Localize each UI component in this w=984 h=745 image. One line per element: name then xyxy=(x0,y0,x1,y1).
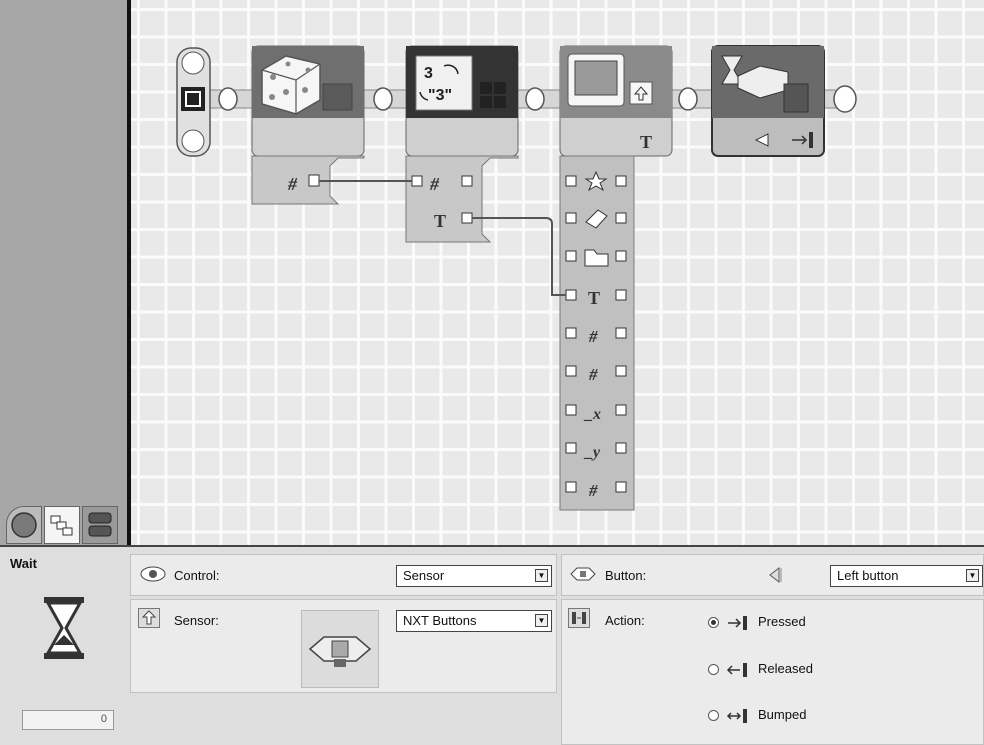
released-label: Released xyxy=(758,661,813,676)
palette-tabs xyxy=(6,506,126,544)
block-name: Wait xyxy=(10,556,37,571)
start-icon xyxy=(181,87,205,111)
sensor-port-icon xyxy=(138,608,160,628)
common-palette-tab[interactable] xyxy=(6,506,42,544)
chevron-down-icon: ▼ xyxy=(966,569,979,582)
program-diagram: # 3 "3" # T T T # # _x _y # xyxy=(176,45,857,511)
configuration-panel: Wait 0 Control: Sensor ▼ Sensor: NXT But… xyxy=(0,545,984,745)
custom-palette-tab[interactable] xyxy=(82,506,118,544)
bumped-radio[interactable] xyxy=(708,710,719,721)
svg-text:#: # xyxy=(588,365,598,384)
display-block[interactable]: T T # # _x _y # xyxy=(559,45,673,511)
palette-panel xyxy=(0,0,128,545)
action-row: Action: Pressed Released Bumped xyxy=(561,599,984,745)
bumped-label: Bumped xyxy=(758,707,807,722)
circle-icon xyxy=(11,512,37,538)
left-button-icon xyxy=(769,566,782,584)
svg-text:#: # xyxy=(588,481,598,500)
svg-text:"3": "3" xyxy=(428,87,452,104)
svg-text:#: # xyxy=(429,174,440,194)
action-label: Action: xyxy=(605,613,645,628)
nxt-buttons-icon xyxy=(301,610,379,688)
hourglass-icon xyxy=(44,597,84,659)
nxt-brick-icon xyxy=(570,567,596,581)
svg-text:T: T xyxy=(588,288,600,308)
stack-icon xyxy=(88,512,112,537)
bumped-icon xyxy=(726,709,747,723)
pressed-radio[interactable] xyxy=(708,617,719,628)
chevron-down-icon: ▼ xyxy=(535,614,548,627)
sensor-select-value: NXT Buttons xyxy=(403,613,477,628)
button-select[interactable]: Left button ▼ xyxy=(830,565,983,587)
pressed-icon xyxy=(728,616,747,630)
number-output-symbol: # xyxy=(287,174,298,194)
control-row: Control: Sensor ▼ xyxy=(130,554,557,596)
sensor-select[interactable]: NXT Buttons ▼ xyxy=(396,610,552,632)
svg-text:#: # xyxy=(588,327,598,346)
eye-icon xyxy=(140,566,166,582)
released-radio[interactable] xyxy=(708,664,719,675)
blocks-icon xyxy=(50,515,73,536)
number-to-text-block[interactable]: 3 "3" # T xyxy=(405,45,519,243)
button-select-value: Left button xyxy=(837,568,899,583)
svg-text:_x: _x xyxy=(583,406,601,423)
block-counter: 0 xyxy=(22,710,114,730)
pressed-label: Pressed xyxy=(758,614,806,629)
released-icon xyxy=(726,663,747,677)
action-option-bumped[interactable]: Bumped xyxy=(708,707,858,725)
start-block[interactable] xyxy=(176,47,211,157)
action-option-pressed[interactable]: Pressed xyxy=(708,614,858,632)
chevron-down-icon: ▼ xyxy=(535,569,548,582)
sensor-label: Sensor: xyxy=(174,613,219,628)
svg-text:T: T xyxy=(640,132,652,152)
svg-text:3: 3 xyxy=(424,65,433,82)
button-row: Button: Left button ▼ xyxy=(561,554,984,596)
complete-palette-tab[interactable] xyxy=(44,506,80,544)
dice-icon xyxy=(261,55,321,115)
action-icon xyxy=(568,608,590,628)
button-label: Button: xyxy=(605,568,647,583)
control-label: Control: xyxy=(174,568,220,583)
sensor-row: Sensor: NXT Buttons ▼ xyxy=(130,599,557,693)
programming-canvas[interactable]: # 3 "3" # T T T # # _x _y # xyxy=(131,0,984,545)
svg-text:T: T xyxy=(434,211,446,231)
control-select[interactable]: Sensor ▼ xyxy=(396,565,552,587)
control-select-value: Sensor xyxy=(403,568,445,583)
action-option-released[interactable]: Released xyxy=(708,661,858,679)
wait-block[interactable] xyxy=(711,45,825,157)
svg-text:_y: _y xyxy=(583,444,601,461)
